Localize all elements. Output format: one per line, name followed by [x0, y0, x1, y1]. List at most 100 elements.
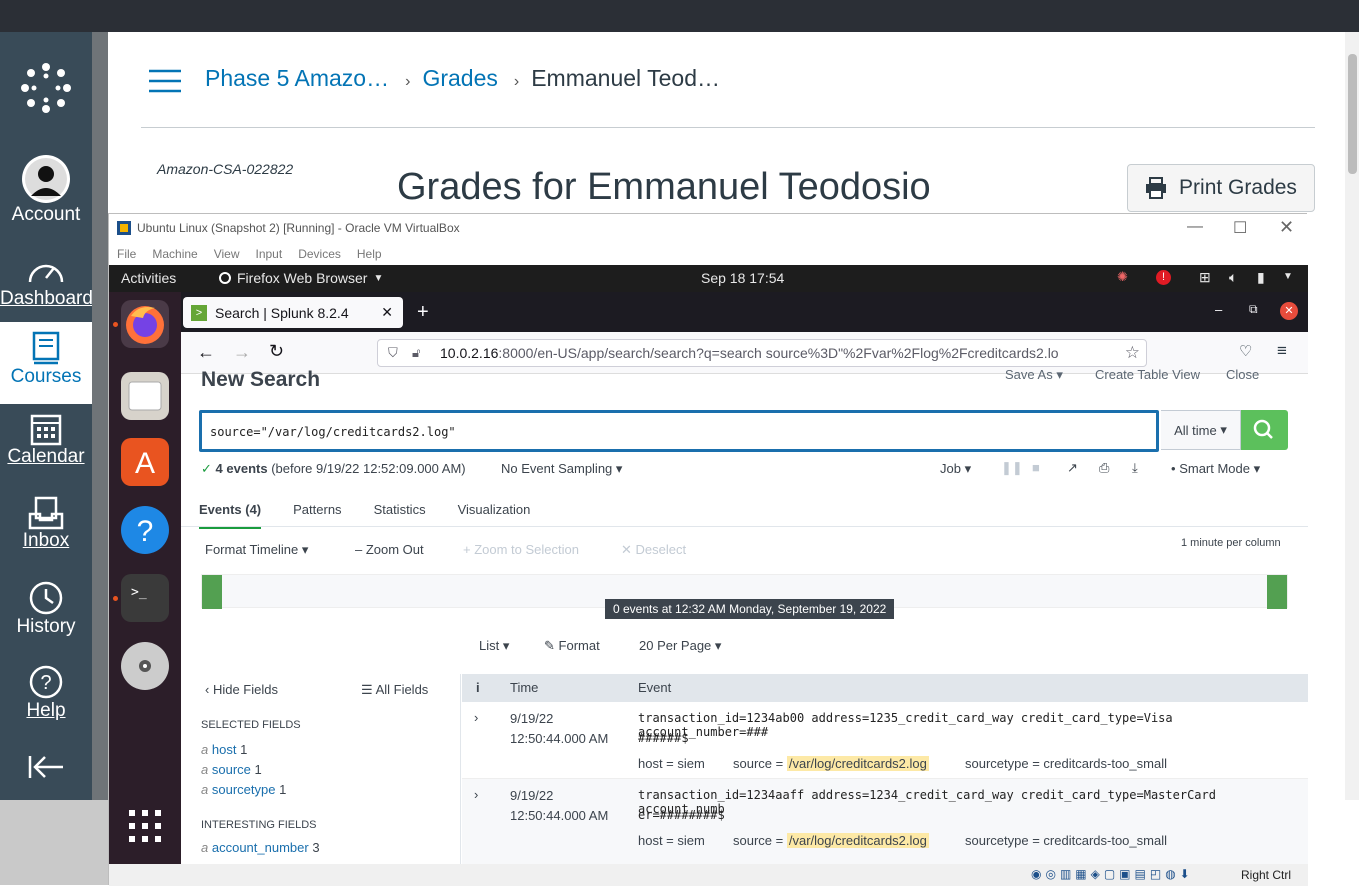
ff-minimize-icon[interactable]: – — [1215, 302, 1222, 317]
tab-patterns[interactable]: Patterns — [293, 502, 341, 529]
menu-view[interactable]: View — [214, 247, 240, 261]
close-link[interactable]: Close — [1226, 367, 1259, 382]
timeline-bar[interactable] — [1267, 575, 1287, 609]
pocket-icon[interactable]: ♡ — [1239, 342, 1252, 360]
minimize-icon[interactable]: — — [1187, 218, 1203, 236]
field-name[interactable]: sourcetype — [212, 782, 276, 797]
help-dock-icon[interactable]: ? — [121, 506, 169, 554]
field-name[interactable]: source — [212, 762, 251, 777]
kv-host[interactable]: host = siem — [638, 833, 705, 848]
zoom-selection-button[interactable]: + Zoom to Selection — [463, 542, 579, 557]
volume-icon[interactable]: 🔈︎ — [1229, 269, 1237, 286]
search-input[interactable]: source="/var/log/creditcards2.log" — [199, 410, 1159, 452]
tab-visualization[interactable]: Visualization — [458, 502, 531, 529]
breadcrumb-grades[interactable]: Grades — [422, 65, 497, 92]
tab-splunk-search[interactable]: > Search | Splunk 8.2.4 ✕ — [183, 297, 403, 328]
nav-history[interactable]: History — [0, 580, 92, 638]
save-as-menu[interactable]: Save As ▾ — [1005, 367, 1063, 383]
url-bar[interactable]: ⛉ 🔓︎ 10.0.2.16:8000/en-US/app/search/sea… — [377, 339, 1147, 367]
network-icon[interactable]: ⊞ — [1199, 269, 1211, 286]
tab-statistics[interactable]: Statistics — [374, 502, 426, 529]
close-icon[interactable]: ✕ — [1279, 217, 1294, 238]
maximize-icon[interactable]: ☐ — [1233, 218, 1247, 238]
kv-source[interactable]: source = /var/log/creditcards2.log — [733, 756, 929, 771]
canvas-logo[interactable] — [0, 62, 92, 114]
tab-events[interactable]: Events (4) — [199, 502, 262, 529]
activities-button[interactable]: Activities — [121, 270, 176, 286]
per-page-menu[interactable]: 20 Per Page ▾ — [639, 638, 721, 654]
collapse-nav-button[interactable] — [0, 754, 92, 780]
nav-account[interactable]: Account — [0, 154, 92, 226]
dvd-dock-icon[interactable] — [121, 642, 169, 690]
app-menu[interactable]: Firefox Web Browser ▼ — [219, 270, 383, 286]
deselect-button[interactable]: ✕ Deselect — [621, 542, 686, 558]
field-name[interactable]: account_number — [212, 840, 309, 855]
terminal-dock-icon[interactable]: >_ — [121, 574, 169, 622]
time-range-picker[interactable]: All time ▾ — [1161, 410, 1241, 450]
col-event[interactable]: Event — [638, 680, 671, 695]
nav-inbox[interactable]: Inbox — [0, 496, 92, 552]
files-dock-icon[interactable] — [121, 372, 169, 420]
menu-help[interactable]: Help — [357, 247, 382, 261]
expand-chevron-icon[interactable]: › — [474, 710, 478, 725]
forward-icon[interactable]: → — [233, 342, 251, 363]
kv-source[interactable]: source = /var/log/creditcards2.log — [733, 833, 929, 848]
system-menu-chevron-icon[interactable]: ▼ — [1283, 271, 1293, 282]
print-grades-button[interactable]: Print Grades — [1127, 164, 1315, 212]
nav-calendar[interactable]: Calendar — [0, 412, 92, 468]
alert-icon[interactable]: ! — [1156, 270, 1171, 285]
timeline-bar[interactable] — [202, 575, 222, 609]
format-menu[interactable]: ✎ Format — [544, 638, 600, 654]
search-mode-menu[interactable]: • Smart Mode ▾ — [1171, 461, 1260, 477]
create-table-view-link[interactable]: Create Table View — [1095, 367, 1200, 382]
print-icon[interactable]: ⎙ — [1099, 460, 1109, 476]
software-dock-icon[interactable]: A — [121, 438, 169, 486]
col-time[interactable]: Time — [510, 680, 538, 695]
bookmark-star-icon[interactable]: ☆ — [1120, 343, 1140, 363]
tab-close-icon[interactable]: ✕ — [381, 304, 393, 321]
menu-devices[interactable]: Devices — [298, 247, 341, 261]
field-item[interactable]: a sourcetype 1 — [201, 780, 286, 800]
menu-input[interactable]: Input — [256, 247, 283, 261]
shield-icon[interactable]: ⛉ — [388, 345, 398, 361]
share-icon[interactable]: ↗ — [1067, 460, 1078, 476]
event-sampling-menu[interactable]: No Event Sampling ▾ — [501, 461, 622, 477]
stop-icon[interactable]: ■ — [1032, 460, 1040, 475]
app-menu-icon[interactable]: ≡ — [1277, 341, 1287, 361]
expand-chevron-icon[interactable]: › — [474, 787, 478, 802]
vbox-device-icons[interactable]: ◉◎▥▦◈▢▣▤◰◍⬇ — [1031, 867, 1194, 881]
kv-sourcetype[interactable]: sourcetype = creditcards-too_small — [965, 833, 1167, 848]
ff-restore-icon[interactable]: ⧉ — [1249, 302, 1258, 317]
nav-scrollbar[interactable] — [92, 32, 108, 800]
zoom-out-button[interactable]: – Zoom Out — [355, 542, 424, 557]
table-row[interactable]: › 9/19/22 12:50:44.000 AM transaction_id… — [462, 779, 1308, 864]
breadcrumb-course[interactable]: Phase 5 Amazo… — [205, 65, 389, 92]
clock[interactable]: Sep 18 17:54 — [701, 270, 784, 286]
menu-machine[interactable]: Machine — [152, 247, 197, 261]
lock-icon[interactable]: 🔓︎ — [412, 345, 420, 361]
kv-host[interactable]: host = siem — [638, 756, 705, 771]
page-scrollbar[interactable] — [1345, 32, 1359, 800]
field-name[interactable]: host — [212, 742, 237, 757]
back-icon[interactable]: ← — [197, 342, 215, 363]
search-button[interactable] — [1241, 410, 1288, 450]
hamburger-menu-button[interactable] — [148, 68, 182, 99]
list-view-menu[interactable]: List ▾ — [479, 638, 509, 654]
pause-icon[interactable]: ❚❚ — [1001, 460, 1023, 476]
all-fields-button[interactable]: ☰ All Fields — [361, 682, 428, 698]
nav-courses[interactable]: Courses — [0, 322, 92, 404]
field-item[interactable]: a host 1 — [201, 740, 286, 760]
kv-sourcetype[interactable]: sourcetype = creditcards-too_small — [965, 756, 1167, 771]
format-timeline-menu[interactable]: Format Timeline ▾ — [205, 542, 308, 558]
show-apps-grid-icon[interactable] — [129, 810, 161, 847]
job-menu[interactable]: Job ▾ — [940, 461, 971, 477]
new-tab-icon[interactable]: + — [417, 301, 429, 324]
reload-icon[interactable]: ↻ — [269, 341, 284, 362]
scrollbar-thumb[interactable] — [1348, 54, 1357, 174]
table-row[interactable]: › 9/19/22 12:50:44.000 AM transaction_id… — [462, 702, 1308, 779]
nav-dashboard[interactable]: Dashboard — [0, 254, 93, 310]
field-item[interactable]: a account_number 3 — [201, 840, 320, 855]
nav-help[interactable]: ? Help — [0, 664, 92, 722]
menu-file[interactable]: File — [117, 247, 136, 261]
export-icon[interactable]: ⤓ — [1132, 460, 1138, 476]
